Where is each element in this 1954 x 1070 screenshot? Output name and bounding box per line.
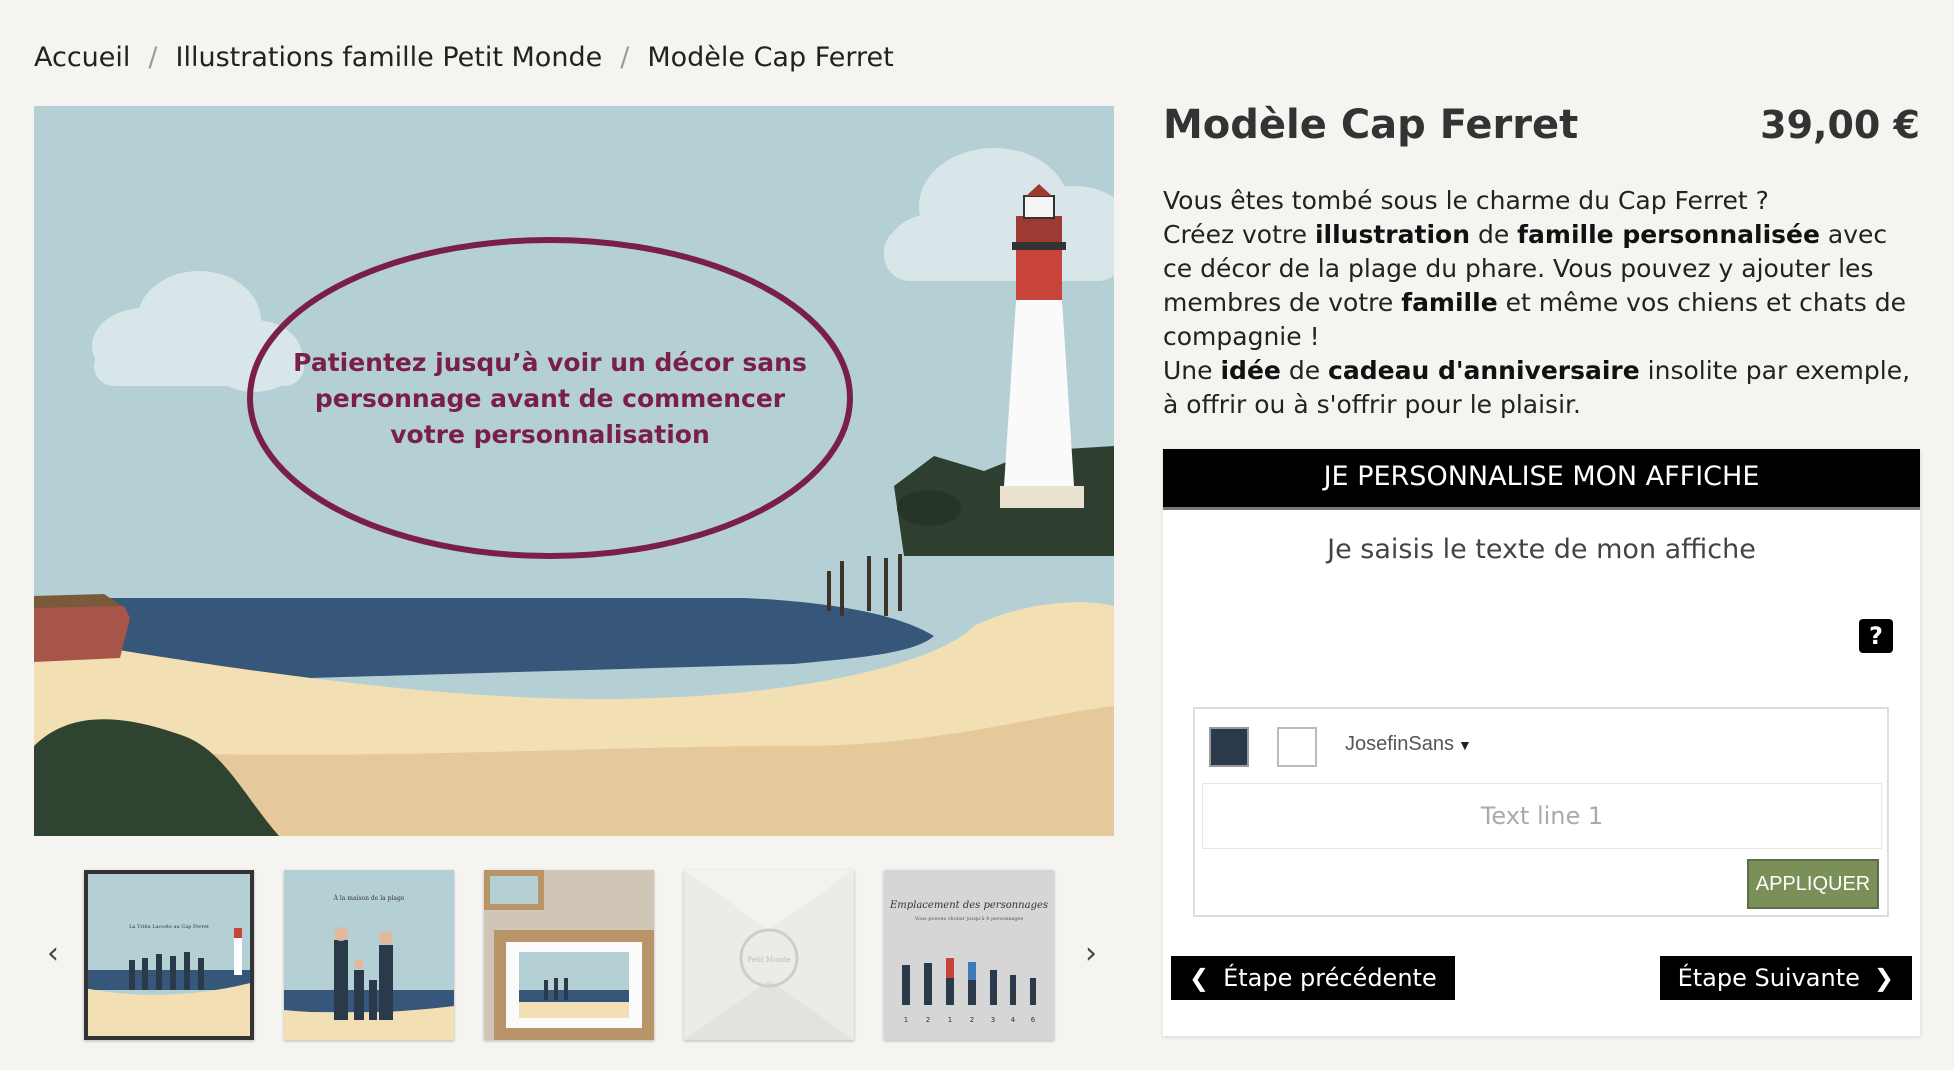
position-number: 3 — [991, 1016, 995, 1024]
position-number: 6 — [1031, 1016, 1036, 1024]
thumb-caption: La Tribu Lacoste au Cap Ferret — [129, 924, 209, 930]
customizer-subtitle: Je saisis le texte de mon affiche — [1327, 534, 1756, 565]
description-bold: famille personnalisée — [1517, 220, 1820, 249]
thumb-caption: Vous pouvez choisir jusqu'à 8 personnage… — [914, 915, 1024, 922]
breadcrumb-current: Modèle Cap Ferret — [647, 42, 894, 73]
thumb-caption: Petit Monde — [747, 956, 790, 964]
thumbnail-2[interactable]: À la maison de la plage — [284, 870, 454, 1040]
thumb-caption: Emplacement des personnages — [889, 900, 1048, 911]
breadcrumb-separator: / — [620, 42, 630, 73]
breadcrumb: Accueil / Illustrations famille Petit Mo… — [34, 42, 894, 73]
chevron-left-icon: ❮ — [1189, 964, 1210, 992]
chevron-right-icon[interactable]: › — [1076, 936, 1106, 971]
next-step-label: Étape Suivante — [1677, 964, 1860, 992]
chevron-left-icon[interactable]: ‹ — [38, 936, 68, 971]
font-select[interactable]: JosefinSans ▼ — [1345, 733, 1472, 756]
description-text: Créez votre — [1163, 220, 1315, 249]
position-number: 2 — [926, 1016, 930, 1024]
next-step-button[interactable]: Étape Suivante ❯ — [1659, 956, 1912, 1000]
product-description: Vous êtes tombé sous le charme du Cap Fe… — [1163, 184, 1920, 422]
product-title: Modèle Cap Ferret — [1163, 102, 1579, 148]
customizer-header: JE PERSONNALISE MON AFFICHE — [1163, 449, 1920, 510]
product-header: Modèle Cap Ferret 39,00 € — [1163, 102, 1920, 148]
overlay-line: votre personnalisation — [390, 420, 710, 449]
description-bold: famille — [1401, 288, 1498, 317]
description-bold: cadeau d'anniversaire — [1328, 356, 1640, 385]
breadcrumb-home[interactable]: Accueil — [34, 42, 130, 73]
text-editor: JosefinSans▼ APPLIQUER — [1193, 707, 1889, 917]
overlay-line: personnage avant de commencer — [315, 384, 786, 413]
chevron-down-icon: ▼ — [1457, 737, 1472, 753]
thumbnail-3[interactable] — [484, 870, 654, 1040]
description-text: de — [1280, 356, 1329, 385]
color-swatch-dark[interactable] — [1209, 727, 1249, 767]
description-text: Une — [1163, 356, 1221, 385]
font-select-value: JosefinSans — [1345, 733, 1454, 755]
text-line-input[interactable] — [1202, 783, 1882, 849]
thumbnail-5[interactable]: Emplacement des personnages Vous pouvez … — [884, 870, 1054, 1040]
customizer-panel: JE PERSONNALISE MON AFFICHE Je saisis le… — [1163, 449, 1920, 1036]
apply-button[interactable]: APPLIQUER — [1747, 859, 1879, 909]
thumb-caption: À la maison de la plage — [333, 895, 405, 902]
thumbnail-4[interactable]: Petit Monde — [684, 870, 854, 1040]
product-price: 39,00 € — [1760, 103, 1920, 147]
cap-ferret-illustration: Patientez jusqu’à voir un décor sans per… — [34, 106, 1114, 836]
product-main-image[interactable]: Patientez jusqu’à voir un décor sans per… — [34, 106, 1114, 836]
color-swatch-white[interactable] — [1277, 727, 1317, 767]
previous-step-button[interactable]: ❮ Étape précédente — [1171, 956, 1455, 1000]
description-bold: illustration — [1314, 220, 1470, 249]
breadcrumb-category[interactable]: Illustrations famille Petit Monde — [176, 42, 603, 73]
position-number: 4 — [1011, 1016, 1016, 1024]
breadcrumb-separator: / — [148, 42, 158, 73]
previous-step-label: Étape précédente — [1223, 964, 1437, 992]
position-number: 1 — [948, 1016, 952, 1024]
description-text: Vous êtes tombé sous le charme du Cap Fe… — [1163, 186, 1769, 215]
position-number: 1 — [904, 1016, 908, 1024]
overlay-line: Patientez jusqu’à voir un décor sans — [293, 348, 807, 377]
description-text: de — [1470, 220, 1518, 249]
thumbnail-gallery: ‹ La Tribu Lacoste au Cap Ferret À la ma… — [34, 868, 1114, 1040]
chevron-right-icon: ❯ — [1873, 964, 1894, 992]
thumbnail-1[interactable]: La Tribu Lacoste au Cap Ferret — [84, 870, 254, 1040]
position-number: 2 — [970, 1016, 974, 1024]
help-icon[interactable]: ? — [1859, 619, 1893, 653]
description-bold: idée — [1220, 356, 1281, 385]
